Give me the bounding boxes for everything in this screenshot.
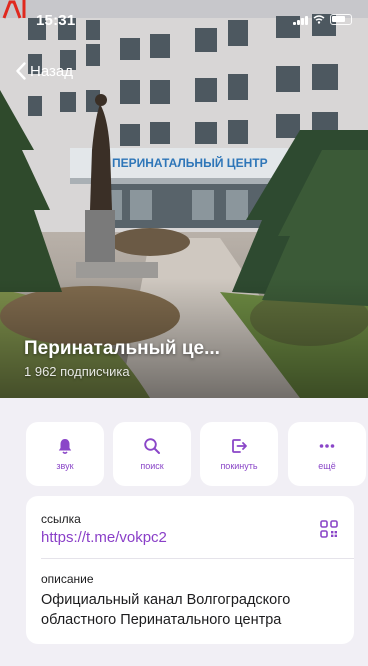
subscriber-count: 1 962 подписчика — [24, 364, 130, 379]
channel-title: Перинатальный це... — [24, 338, 220, 359]
info-divider — [41, 558, 354, 559]
mute-sound-button[interactable]: звук — [26, 422, 104, 486]
chevron-left-icon — [16, 62, 26, 80]
wifi-icon — [313, 15, 325, 24]
back-label: Назад — [30, 62, 73, 80]
mute-sound-label: звук — [56, 461, 74, 471]
status-icons — [293, 14, 352, 25]
qr-code-icon[interactable] — [320, 520, 338, 538]
svg-text:ПЕРИНАТАЛЬНЫЙ ЦЕНТР: ПЕРИНАТАЛЬНЫЙ ЦЕНТР — [112, 155, 268, 170]
leave-icon — [232, 439, 247, 453]
bell-icon — [58, 439, 72, 454]
status-bar: 15:31 — [0, 0, 368, 36]
channel-description: Официальный канал Волгоградского областн… — [41, 592, 291, 628]
channel-link[interactable]: https://t.me/vokpc2 — [41, 529, 167, 546]
more-icon — [319, 444, 335, 448]
channel-actions-row: звук поиск покинуть ещё — [26, 422, 366, 486]
search-button[interactable]: поиск — [113, 422, 191, 486]
more-label: ещё — [318, 461, 336, 471]
description-caption: описание — [41, 572, 94, 586]
link-caption: ссылка — [41, 512, 81, 526]
battery-icon — [330, 14, 352, 25]
back-button[interactable]: Назад — [16, 62, 73, 80]
status-time: 15:31 — [36, 12, 76, 29]
more-button[interactable]: ещё — [288, 422, 366, 486]
channel-info-card: ссылка https://t.me/vokpc2 описание Офиц… — [26, 496, 354, 644]
search-label: поиск — [140, 461, 164, 471]
search-icon — [144, 438, 160, 454]
leave-label: покинуть — [220, 461, 258, 471]
cellular-signal-icon — [293, 15, 308, 25]
leave-channel-button[interactable]: покинуть — [200, 422, 278, 486]
